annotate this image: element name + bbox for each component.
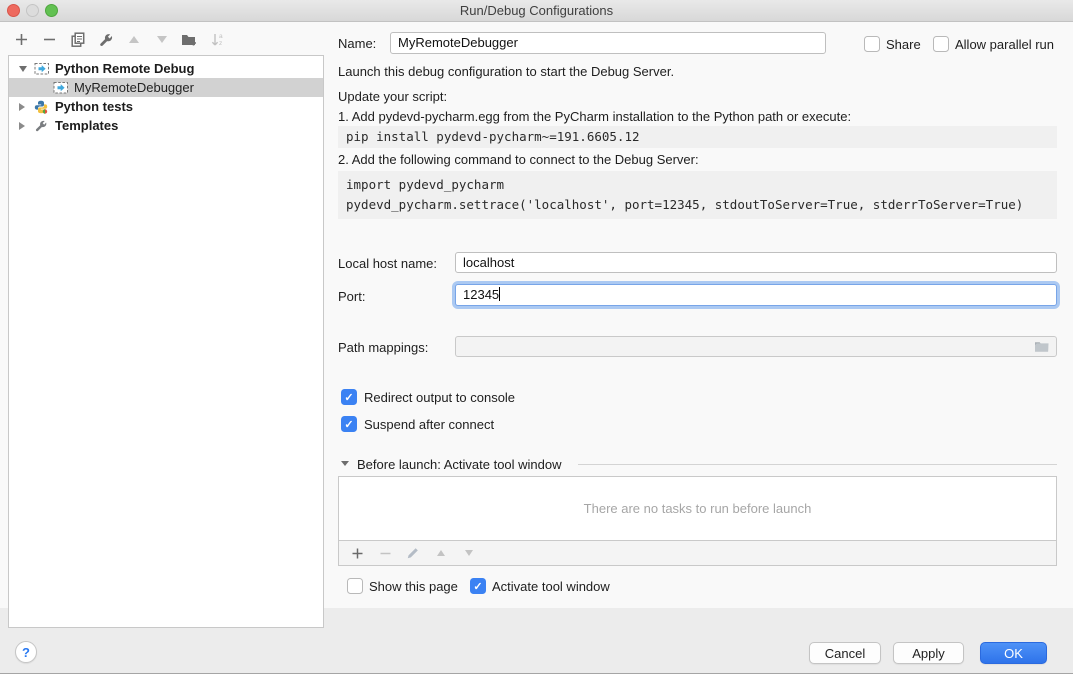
task-move-down-icon[interactable] — [461, 545, 477, 561]
step2-text: 2. Add the following command to connect … — [338, 152, 699, 167]
code-line-1: import pydevd_pycharm — [346, 175, 1057, 195]
settrace-code: import pydevd_pycharm pydevd_pycharm.set… — [338, 171, 1057, 219]
local-host-name-input[interactable]: localhost — [455, 252, 1057, 273]
redirect-output-label: Redirect output to console — [364, 390, 515, 405]
suspend-after-connect-checkbox[interactable]: ✓ — [341, 416, 357, 432]
add-icon[interactable] — [12, 30, 31, 49]
tree-item-python-tests[interactable]: Python tests — [9, 97, 323, 116]
help-button[interactable]: ? — [15, 641, 37, 663]
configurations-toolbar: a z — [12, 30, 227, 49]
task-move-up-icon[interactable] — [433, 545, 449, 561]
before-launch-separator — [578, 464, 1057, 465]
move-down-icon[interactable] — [152, 30, 171, 49]
window-title: Run/Debug Configurations — [0, 3, 1073, 18]
share-label: Share — [886, 37, 921, 52]
run-debug-configurations-dialog: Run/Debug Configurations — [0, 0, 1073, 674]
tree-expand-icon[interactable] — [19, 103, 25, 111]
path-mappings-label: Path mappings: — [338, 340, 428, 355]
ok-button[interactable]: OK — [980, 642, 1047, 664]
browse-folder-icon[interactable] — [1034, 339, 1050, 358]
local-host-name-label: Local host name: — [338, 256, 437, 271]
show-this-page-checkbox[interactable]: ✓ — [347, 578, 363, 594]
share-checkbox[interactable]: ✓ — [864, 36, 880, 52]
name-label: Name: — [338, 36, 376, 51]
allow-parallel-run-label: Allow parallel run — [955, 37, 1054, 52]
show-this-page-label: Show this page — [369, 579, 458, 594]
sort-alphabetically-icon[interactable]: a z — [208, 30, 227, 49]
wrench-icon — [34, 119, 50, 133]
port-input[interactable]: 12345 — [455, 284, 1057, 306]
port-label: Port: — [338, 289, 365, 304]
cancel-button[interactable]: Cancel — [809, 642, 881, 664]
allow-parallel-run-checkbox[interactable]: ✓ — [933, 36, 949, 52]
name-input[interactable]: MyRemoteDebugger — [390, 32, 826, 54]
before-launch-collapse-icon[interactable] — [341, 461, 349, 466]
before-launch-task-list[interactable]: There are no tasks to run before launch — [338, 476, 1057, 541]
before-launch-header: Before launch: Activate tool window — [357, 457, 562, 472]
new-folder-icon[interactable] — [180, 30, 199, 49]
title-bar: Run/Debug Configurations — [0, 0, 1073, 22]
intro-text: Launch this debug configuration to start… — [338, 64, 674, 79]
apply-button[interactable]: Apply — [893, 642, 964, 664]
activate-tool-window-checkbox[interactable]: ✓ — [470, 578, 486, 594]
edit-task-icon[interactable] — [405, 545, 421, 561]
remove-task-icon[interactable] — [377, 545, 393, 561]
remove-icon[interactable] — [40, 30, 59, 49]
tree-expand-icon[interactable] — [19, 122, 25, 130]
activate-tool-window-label: Activate tool window — [492, 579, 610, 594]
path-mappings-input[interactable] — [455, 336, 1057, 357]
tree-item-myremotedebugger[interactable]: MyRemoteDebugger — [9, 78, 323, 97]
code-line-2: pydevd_pycharm.settrace('localhost', por… — [346, 195, 1057, 215]
task-list-toolbar — [338, 541, 1057, 566]
suspend-after-connect-label: Suspend after connect — [364, 417, 494, 432]
tree-item-python-remote-debug[interactable]: Python Remote Debug — [9, 59, 323, 78]
add-task-icon[interactable] — [349, 545, 365, 561]
copy-icon[interactable] — [68, 30, 87, 49]
text-caret — [499, 287, 500, 301]
run-config-icon — [53, 81, 69, 95]
svg-text:z: z — [219, 40, 222, 47]
tree-item-templates[interactable]: Templates — [9, 116, 323, 135]
configurations-tree: Python Remote Debug MyRemoteDebugger — [8, 55, 324, 628]
svg-text:a: a — [219, 33, 223, 40]
python-icon — [34, 100, 50, 114]
tree-collapse-icon[interactable] — [19, 66, 27, 72]
edit-defaults-icon[interactable] — [96, 30, 115, 49]
update-script-text: Update your script: — [338, 89, 447, 104]
help-icon: ? — [22, 645, 30, 660]
redirect-output-checkbox[interactable]: ✓ — [341, 389, 357, 405]
move-up-icon[interactable] — [124, 30, 143, 49]
run-config-icon — [34, 62, 50, 76]
step1-text: 1. Add pydevd-pycharm.egg from the PyCha… — [338, 109, 851, 124]
no-tasks-text: There are no tasks to run before launch — [584, 501, 812, 516]
pip-install-code: pip install pydevd-pycharm~=191.6605.12 — [338, 126, 1057, 148]
